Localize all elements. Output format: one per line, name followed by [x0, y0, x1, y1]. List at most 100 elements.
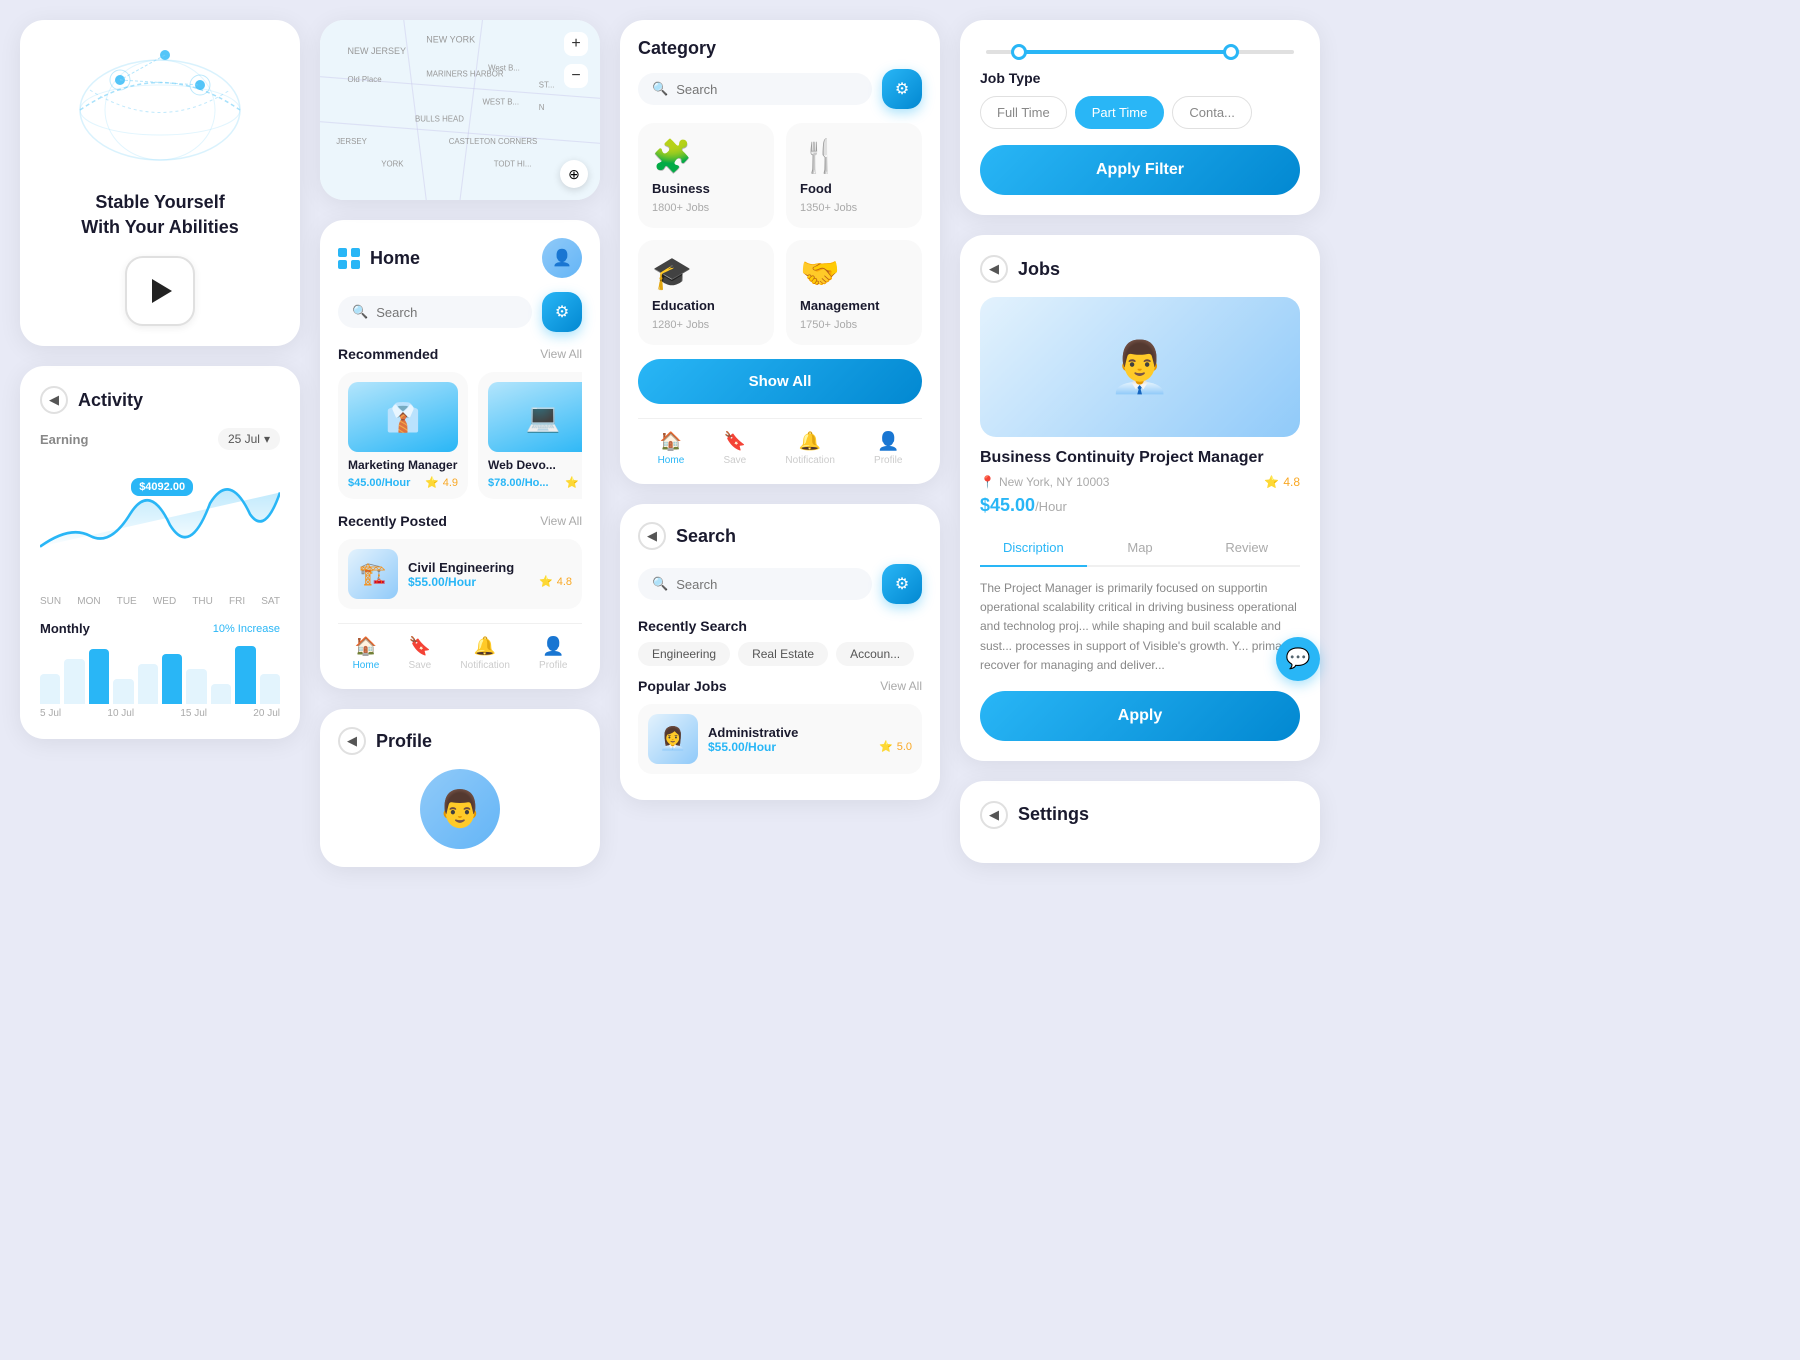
salary-range-slider[interactable] — [980, 50, 1300, 54]
category-grid: 🧩 Business 1800+ Jobs 🍴 Food 1350+ Jobs … — [638, 123, 922, 345]
map-zoom-out[interactable]: − — [564, 64, 588, 88]
recent-job-img-1: 🏗️ — [348, 549, 398, 599]
job-card-2[interactable]: 💻 Web Devo... $78.00/Ho... ⭐ 4.8 — [478, 372, 582, 499]
svg-text:TODT HI...: TODT HI... — [494, 159, 532, 168]
category-filter-btn[interactable]: ⚙ — [882, 69, 922, 109]
back-arrow-jobs[interactable]: ◀ — [980, 255, 1008, 283]
apply-filter-button[interactable]: Apply Filter — [980, 145, 1300, 195]
range-thumb-right[interactable] — [1223, 44, 1239, 60]
search-tags: Engineering Real Estate Accoun... — [638, 642, 922, 666]
tab-map[interactable]: Map — [1087, 530, 1194, 565]
search-main-input[interactable] — [676, 577, 858, 592]
job-card-img-1: 👔 — [348, 382, 458, 452]
play-button[interactable] — [125, 256, 195, 326]
job-description: The Project Manager is primarily focused… — [980, 579, 1300, 675]
monthly-bar-chart — [40, 644, 280, 704]
food-icon: 🍴 — [800, 137, 840, 175]
back-arrow-activity[interactable]: ◀ — [40, 386, 68, 414]
nav-profile-icon: 👤 — [542, 636, 564, 657]
type-part-time[interactable]: Part Time — [1075, 96, 1165, 129]
nav-notification[interactable]: 🔔 Notification — [460, 636, 509, 671]
search-filter-icon: ⚙ — [895, 574, 909, 594]
tag-account[interactable]: Accoun... — [836, 642, 914, 666]
cat-management[interactable]: 🤝 Management 1750+ Jobs — [786, 240, 922, 345]
range-thumb-left[interactable] — [1011, 44, 1027, 60]
show-all-button[interactable]: Show All — [638, 359, 922, 404]
cat-food-name: Food — [800, 181, 832, 196]
user-avatar[interactable]: 👤 — [542, 238, 582, 278]
nav-notification-icon: 🔔 — [474, 636, 496, 657]
job-type-label: Job Type — [980, 70, 1300, 86]
search-main-box[interactable]: 🔍 — [638, 568, 872, 600]
cat-education[interactable]: 🎓 Education 1280+ Jobs — [638, 240, 774, 345]
back-arrow-settings[interactable]: ◀ — [980, 801, 1008, 829]
cat-nav-notification[interactable]: 🔔 Notification — [785, 431, 834, 466]
svg-text:JERSEY: JERSEY — [336, 137, 367, 146]
map-location-icon[interactable]: ⊕ — [560, 160, 588, 188]
back-arrow-search[interactable]: ◀ — [638, 522, 666, 550]
date-badge[interactable]: 25 Jul ▾ — [218, 428, 280, 450]
cat-nav-notification-label: Notification — [785, 455, 834, 466]
tab-description[interactable]: Discription — [980, 530, 1087, 567]
type-full-time[interactable]: Full Time — [980, 96, 1067, 129]
chat-fab-button[interactable]: 💬 — [1276, 637, 1320, 681]
recommended-view-all[interactable]: View All — [540, 347, 582, 361]
globe-illustration — [40, 40, 280, 180]
cat-nav-save[interactable]: 🔖 Save — [723, 431, 746, 466]
job-card-1[interactable]: 👔 Marketing Manager $45.00/Hour ⭐ 4.9 — [338, 372, 468, 499]
search-main-icon: 🔍 — [652, 576, 668, 592]
chart-tooltip: $4092.00 — [131, 478, 193, 496]
map-zoom-in[interactable]: + — [564, 32, 588, 56]
home-search-input[interactable] — [376, 305, 518, 320]
cat-education-count: 1280+ Jobs — [652, 319, 709, 331]
recent-job-1[interactable]: 🏗️ Civil Engineering $55.00/Hour ⭐ 4.8 — [338, 539, 582, 609]
home-search-box[interactable]: 🔍 — [338, 296, 532, 328]
apply-button[interactable]: Apply — [980, 691, 1300, 741]
cat-food[interactable]: 🍴 Food 1350+ Jobs — [786, 123, 922, 228]
popular-job-1[interactable]: 👩‍💼 Administrative $55.00/Hour ⭐ 5.0 — [638, 704, 922, 774]
svg-text:WEST B...: WEST B... — [483, 97, 520, 106]
type-contract[interactable]: Conta... — [1172, 96, 1252, 129]
chart-days: SUNMONTUEWEDTHUFRISAT — [40, 596, 280, 607]
back-arrow-profile[interactable]: ◀ — [338, 727, 366, 755]
recently-search-label: Recently Search — [638, 618, 922, 634]
recently-posted-label: Recently Posted — [338, 513, 447, 529]
job-price-2: $78.00/Ho... — [488, 477, 549, 489]
nav-save[interactable]: 🔖 Save — [408, 636, 431, 671]
map-card: NEW JERSEY NEW YORK Old Place MARINERS H… — [320, 20, 600, 200]
tab-review[interactable]: Review — [1193, 530, 1300, 565]
svg-text:West B...: West B... — [488, 64, 520, 73]
nav-home[interactable]: 🏠 Home — [353, 636, 380, 671]
monthly-label: Monthly — [40, 621, 90, 636]
category-search-box[interactable]: 🔍 — [638, 73, 872, 105]
nav-profile[interactable]: 👤 Profile — [539, 636, 567, 671]
category-card: Category 🔍 ⚙ 🧩 Business 1800+ Jobs 🍴 Foo… — [620, 20, 940, 484]
svg-text:ST...: ST... — [539, 81, 555, 90]
home-filter-btn[interactable]: ⚙ — [542, 292, 582, 332]
category-bottom-nav: 🏠 Home 🔖 Save 🔔 Notification 👤 Profile — [638, 418, 922, 466]
cat-management-name: Management — [800, 298, 879, 313]
popular-view-all[interactable]: View All — [880, 679, 922, 693]
jobs-title: Jobs — [1018, 259, 1060, 280]
svg-text:NEW JERSEY: NEW JERSEY — [348, 46, 407, 56]
cat-nav-profile[interactable]: 👤 Profile — [874, 431, 902, 466]
tag-real-estate[interactable]: Real Estate — [738, 642, 828, 666]
svg-text:N: N — [539, 103, 545, 112]
bar-3 — [89, 649, 109, 704]
cat-business[interactable]: 🧩 Business 1800+ Jobs — [638, 123, 774, 228]
category-search-input[interactable] — [676, 82, 858, 97]
cat-nav-home[interactable]: 🏠 Home — [658, 431, 685, 466]
job-main-rating: ⭐ 4.8 — [1264, 475, 1300, 489]
profile-card: ◀ Profile 👨 — [320, 709, 600, 867]
job-title-2: Web Devo... — [488, 458, 582, 472]
recent-job-price-1: $55.00/Hour — [408, 575, 476, 589]
recommended-label: Recommended — [338, 346, 438, 362]
play-icon — [152, 279, 172, 303]
job-rating-2: ⭐ 4.8 — [565, 476, 582, 489]
settings-card: ◀ Settings — [960, 781, 1320, 863]
nav-notification-label: Notification — [460, 660, 509, 671]
tag-engineering[interactable]: Engineering — [638, 642, 730, 666]
recently-view-all[interactable]: View All — [540, 514, 582, 528]
svg-text:CASTLETON CORNERS: CASTLETON CORNERS — [449, 137, 538, 146]
search-filter-btn[interactable]: ⚙ — [882, 564, 922, 604]
